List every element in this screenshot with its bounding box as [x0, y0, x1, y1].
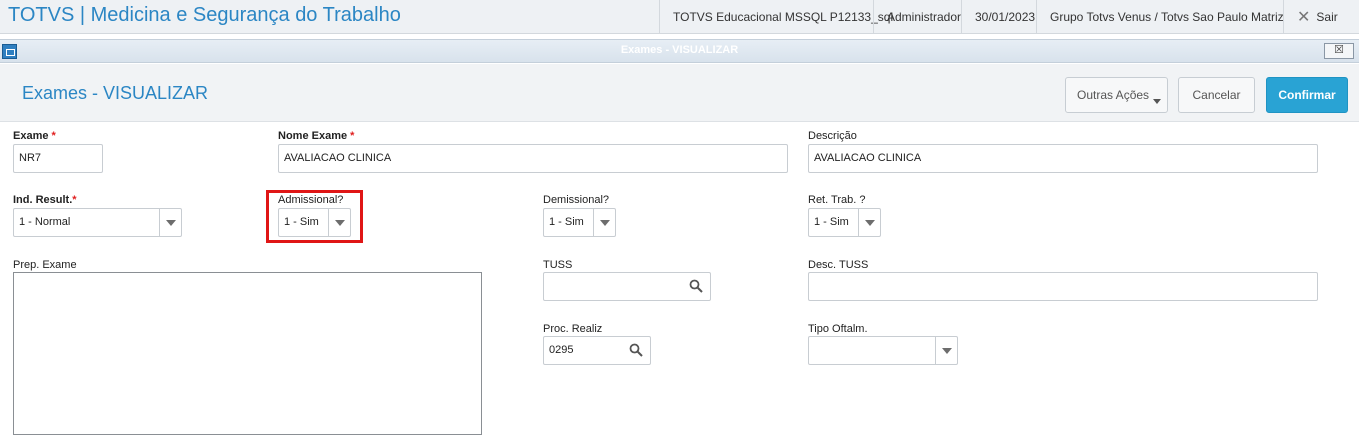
prep-exame-textarea[interactable] — [13, 272, 482, 435]
group-label: Grupo Totvs Venus / Totvs Sao Paulo Matr… — [1036, 0, 1297, 34]
window-title: Exames - VISUALIZAR — [620, 44, 739, 56]
proc-realiz-field[interactable]: 0295 — [543, 336, 651, 365]
cancel-button[interactable]: Cancelar — [1178, 77, 1255, 113]
app-bar: TOTVS | Medicina e Segurança do Trabalho… — [0, 0, 1359, 34]
required-marker: * — [72, 194, 77, 206]
x-icon: ✕ — [1297, 9, 1311, 26]
exit-label: Sair — [1316, 10, 1338, 24]
chevron-down-icon[interactable] — [935, 337, 957, 364]
user-label: Administrador — [873, 0, 974, 34]
proc-realiz-label: Proc. Realiz — [543, 323, 603, 335]
other-actions-button[interactable]: Outras Ações — [1065, 77, 1168, 113]
nome-exame-label: Nome Exame * — [278, 130, 355, 142]
prep-exame-label: Prep. Exame — [13, 259, 77, 271]
ind-result-label: Ind. Result.* — [13, 194, 77, 206]
highlight-box — [266, 190, 363, 243]
window-header: Exames - VISUALIZAR ☒ — [0, 39, 1359, 63]
ret-trab-label: Ret. Trab. ? — [808, 194, 866, 206]
page-title: Exames - VISUALIZAR — [22, 83, 209, 103]
tuss-label: TUSS — [543, 259, 573, 271]
tipo-oftalm-select[interactable] — [808, 336, 958, 365]
app-title: TOTVS | Medicina e Segurança do Trabalho — [8, 4, 401, 26]
desc-tuss-field[interactable] — [808, 272, 1318, 301]
chevron-down-icon[interactable] — [159, 209, 181, 236]
confirm-button[interactable]: Confirmar — [1266, 77, 1348, 113]
date-label: 30/01/2023 — [961, 0, 1048, 34]
ind-result-value: 1 - Normal — [19, 216, 71, 228]
environment-label: TOTVS Educacional MSSQL P12133_sql — [659, 0, 906, 34]
ret-trab-select[interactable]: 1 - Sim — [808, 208, 881, 237]
tuss-field[interactable] — [543, 272, 711, 301]
page-header: Exames - VISUALIZAR Outras Ações Cancela… — [0, 64, 1359, 122]
demissional-select[interactable]: 1 - Sim — [543, 208, 616, 237]
demissional-value: 1 - Sim — [549, 216, 584, 228]
exame-label: Exame * — [13, 130, 56, 142]
close-icon[interactable]: ☒ — [1324, 43, 1354, 59]
proc-realiz-value: 0295 — [549, 344, 574, 356]
chevron-down-icon[interactable] — [593, 209, 615, 236]
descricao-label: Descrição — [808, 130, 857, 142]
desc-tuss-label: Desc. TUSS — [808, 259, 869, 271]
tipo-oftalm-label: Tipo Oftalm. — [808, 323, 868, 335]
exit-button[interactable]: ✕ Sair — [1283, 0, 1351, 34]
chevron-down-icon[interactable] — [858, 209, 880, 236]
search-icon[interactable] — [629, 343, 643, 357]
other-actions-label: Outras Ações — [1077, 88, 1150, 102]
exame-field[interactable]: NR7 — [13, 144, 103, 173]
ind-result-select[interactable]: 1 - Normal — [13, 208, 182, 237]
required-marker: * — [51, 130, 56, 142]
descricao-field[interactable]: AVALIACAO CLINICA — [808, 144, 1318, 173]
chevron-down-icon — [1153, 99, 1161, 104]
search-icon[interactable] — [689, 279, 703, 293]
required-marker: * — [350, 130, 355, 142]
demissional-label: Demissional? — [543, 194, 610, 206]
nome-exame-field[interactable]: AVALIACAO CLINICA — [278, 144, 788, 173]
ret-trab-value: 1 - Sim — [814, 216, 849, 228]
